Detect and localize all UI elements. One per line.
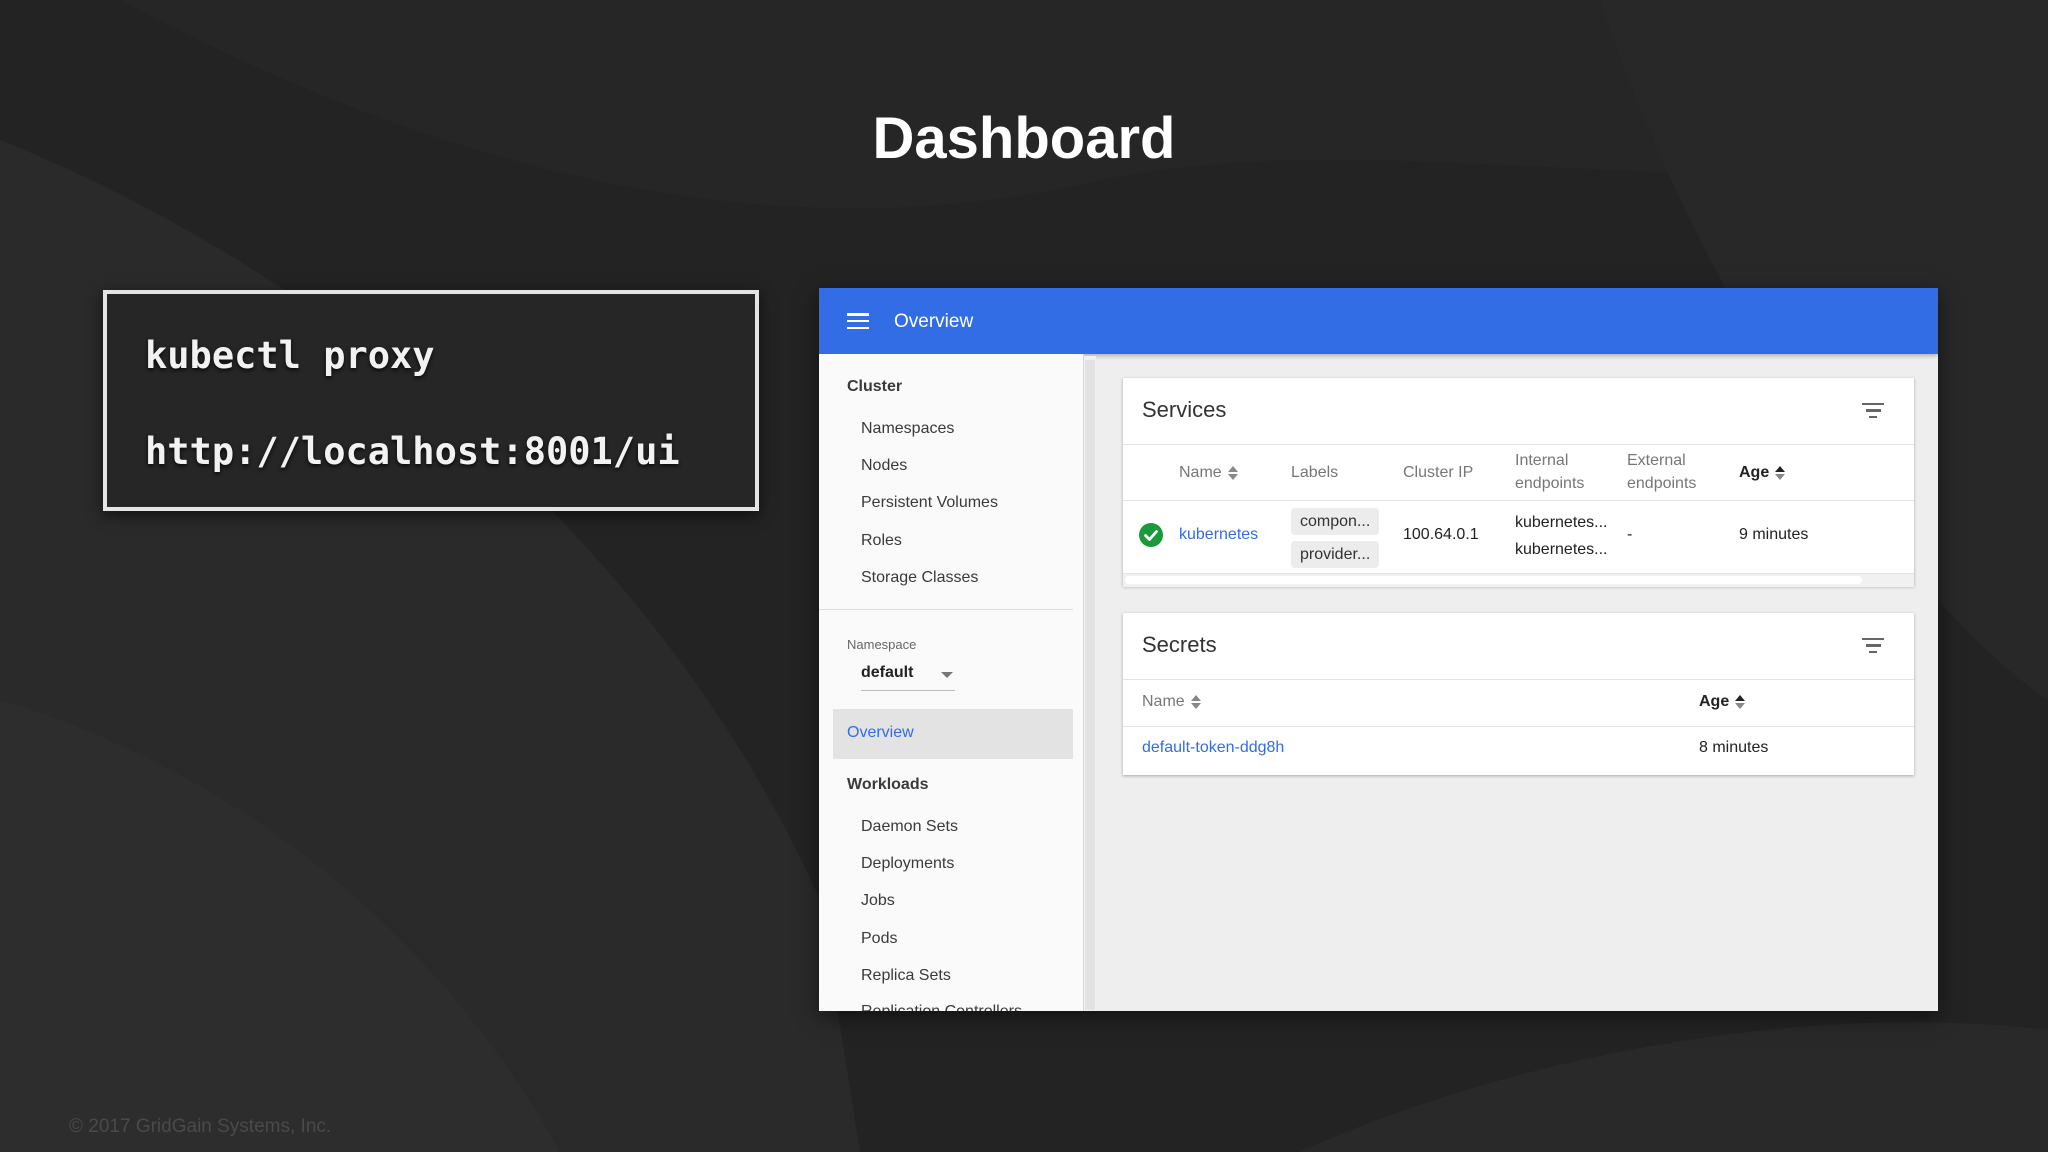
divider: [1123, 679, 1914, 680]
divider: [1123, 500, 1914, 501]
namespace-select[interactable]: default: [861, 662, 955, 691]
code-line-command: kubectl proxy: [145, 334, 435, 377]
code-line-url: http://localhost:8001/ui: [145, 430, 680, 473]
secrets-title: Secrets: [1142, 632, 1217, 657]
sidebar-scrollbar-thumb[interactable]: [1085, 360, 1095, 1010]
horizontal-scrollbar[interactable]: [1123, 573, 1914, 587]
horizontal-scrollbar-thumb[interactable]: [1125, 576, 1862, 584]
column-header-label: Age: [1699, 693, 1730, 710]
sidebar-item-nodes[interactable]: Nodes: [861, 457, 907, 475]
service-name-link[interactable]: kubernetes: [1179, 526, 1258, 544]
check-circle-icon: [1139, 523, 1163, 547]
sidebar-item-deployments[interactable]: Deployments: [861, 855, 954, 873]
namespace-label: Namespace: [847, 637, 917, 652]
menu-icon[interactable]: [847, 313, 869, 330]
column-header-label: Age: [1739, 464, 1770, 481]
cluster-ip: 100.64.0.1: [1403, 526, 1479, 543]
sidebar-item-replica-sets[interactable]: Replica Sets: [861, 967, 951, 985]
internal-endpoint: kubernetes...: [1515, 541, 1608, 558]
code-box: kubectl proxy http://localhost:8001/ui: [103, 290, 759, 511]
sidebar-divider: [819, 609, 1073, 610]
column-header-label: External: [1627, 452, 1686, 469]
column-header-name[interactable]: Name: [1142, 690, 1202, 713]
slide-title: Dashboard: [872, 106, 1176, 171]
column-header-name[interactable]: Name: [1179, 461, 1239, 484]
services-card: Services Name Labels Cluster IP Internal…: [1123, 378, 1914, 587]
label-chip[interactable]: compon...: [1291, 508, 1380, 535]
dropdown-caret-icon: [941, 672, 953, 678]
column-header-label: Name: [1142, 693, 1185, 710]
column-header-label: Name: [1179, 464, 1222, 481]
sidebar-item-roles[interactable]: Roles: [861, 532, 902, 550]
sort-icon: [1190, 694, 1202, 710]
sidebar-item-daemon-sets[interactable]: Daemon Sets: [861, 818, 958, 836]
sidebar-heading-workloads[interactable]: Workloads: [847, 776, 929, 794]
sidebar-item-namespaces[interactable]: Namespaces: [861, 420, 954, 438]
internal-endpoint: kubernetes...: [1515, 514, 1608, 531]
sidebar-item-replication-controllers[interactable]: Replication Controllers: [861, 1003, 1022, 1011]
column-header-internal-endpoints: Internal endpoints: [1515, 449, 1584, 495]
column-header-label: endpoints: [1627, 475, 1697, 492]
sort-icon: [1775, 465, 1786, 481]
topbar: Overview: [819, 288, 1938, 354]
sidebar-item-jobs[interactable]: Jobs: [861, 892, 895, 910]
sidebar-item-persistent-volumes[interactable]: Persistent Volumes: [861, 494, 998, 512]
column-header-label: endpoints: [1515, 475, 1585, 492]
external-endpoints: -: [1627, 526, 1633, 543]
secret-name-link[interactable]: default-token-ddg8h: [1142, 739, 1284, 757]
column-header-labels: Labels: [1291, 464, 1339, 481]
topbar-title: Overview: [894, 311, 974, 332]
divider: [1123, 726, 1914, 727]
label-chip[interactable]: provider...: [1291, 541, 1380, 568]
column-header-external-endpoints: External endpoints: [1627, 449, 1696, 495]
service-age: 9 minutes: [1739, 526, 1809, 543]
column-header-age[interactable]: Age: [1699, 690, 1746, 713]
services-title: Services: [1142, 397, 1227, 422]
copyright-text: © 2017 GridGain Systems, Inc.: [69, 1116, 332, 1137]
column-header-label: Internal: [1515, 452, 1569, 469]
dashboard-screenshot: Overview Cluster Namespaces Nodes Persis…: [819, 288, 1938, 1011]
secrets-card: Secrets Name Age default-token-ddg8h 8 m…: [1123, 613, 1914, 775]
column-header-cluster-ip: Cluster IP: [1403, 464, 1474, 481]
sidebar-item-storage-classes[interactable]: Storage Classes: [861, 569, 978, 587]
namespace-value: default: [861, 664, 914, 681]
divider: [1123, 444, 1914, 445]
sidebar-item-overview[interactable]: Overview: [833, 709, 1073, 759]
sidebar-heading-cluster[interactable]: Cluster: [847, 378, 902, 396]
column-header-age[interactable]: Age: [1739, 461, 1786, 484]
sort-icon: [1735, 694, 1746, 710]
secret-age: 8 minutes: [1699, 739, 1769, 756]
sidebar: Cluster Namespaces Nodes Persistent Volu…: [819, 354, 1084, 1011]
sidebar-item-label: Overview: [847, 724, 914, 741]
sort-icon: [1227, 465, 1239, 481]
filter-icon[interactable]: [1862, 403, 1884, 419]
sidebar-item-pods[interactable]: Pods: [861, 930, 897, 948]
filter-icon[interactable]: [1862, 638, 1884, 654]
